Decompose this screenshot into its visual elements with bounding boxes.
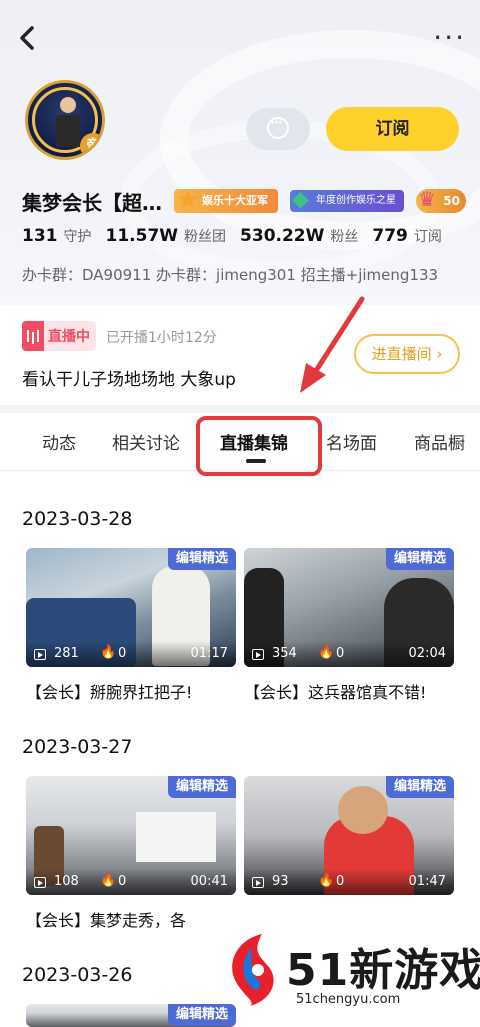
video-card[interactable]: 编辑精选 281 🔥 0 01:17 【会长】掰腕界扛把子! [26, 548, 236, 703]
play-count-icon [34, 649, 46, 660]
video-title[interactable]: 【会长】掰腕界扛把子! [26, 679, 236, 703]
watermark-domain: 51chengyu.com [292, 992, 405, 1007]
watermark-logo-icon [232, 934, 274, 1006]
video-duration: 01:17 [190, 646, 228, 661]
stats-row: 131 守护 11.57W 粉丝团 530.22W 粉丝 779 订阅 [22, 226, 456, 252]
video-duration: 02:04 [408, 646, 446, 661]
profile-description: 办卡群：DA90911 办卡群：jimeng301 招主播+jimeng133 [22, 266, 439, 284]
level-badge[interactable]: ♛ 50 [416, 189, 466, 213]
avatar-emperor-badge: 帝 [80, 133, 102, 157]
stat-fan-club[interactable]: 11.57W 粉丝团 [106, 226, 227, 246]
gem-icon: ◆ [292, 187, 309, 212]
streamer-name: 集梦会长【超… [22, 190, 162, 215]
stat-subscriptions[interactable]: 779 订阅 [372, 226, 442, 246]
tab-shop[interactable]: 商品橱 [414, 429, 465, 454]
annotation-arrow-icon [300, 296, 365, 393]
tab-discussions[interactable]: 相关讨论 [112, 429, 180, 454]
editor-pick-tag: 编辑精选 [167, 776, 236, 798]
top-bar: ··· [0, 0, 480, 76]
live-status-tag: 直播中 [22, 321, 96, 351]
tab-famous-scenes[interactable]: 名场面 [326, 429, 377, 454]
video-thumbnail[interactable]: 编辑精选 354 🔥 0 02:04 [244, 548, 454, 667]
section-date: 2023-03-26 [22, 964, 133, 986]
play-count-icon [252, 877, 264, 888]
fire-icon: 🔥 [100, 873, 117, 888]
section-date: 2023-03-28 [22, 508, 133, 530]
site-watermark: 51新游戏 51chengyu.com [222, 930, 480, 1022]
section-divider [0, 405, 480, 413]
video-card[interactable]: 编辑精选 [26, 1004, 236, 1027]
video-thumbnail[interactable]: 编辑精选 93 🔥 0 01:47 [244, 776, 454, 895]
play-count-icon [34, 877, 46, 888]
video-duration: 01:47 [408, 874, 446, 889]
like-count: 0 [118, 874, 127, 889]
annual-star-badge[interactable]: ◆ 年度创作娱乐之星 [290, 187, 404, 212]
video-thumbnail[interactable]: 编辑精选 [26, 1004, 236, 1027]
stat-guard[interactable]: 131 守护 [22, 226, 92, 246]
video-title[interactable]: 【会长】集梦走秀，各 [26, 907, 236, 931]
editor-pick-tag: 编辑精选 [167, 548, 236, 570]
live-panel[interactable]: 直播中 已开播1小时12分 看认干儿子场地场地 大象up 进直播间 › [0, 305, 480, 405]
video-title[interactable]: 【会长】这兵器馆真不错! [244, 679, 454, 703]
view-count: 108 [54, 874, 79, 889]
video-card[interactable]: 编辑精选 354 🔥 0 02:04 【会长】这兵器馆真不错! [244, 548, 454, 703]
section-date: 2023-03-27 [22, 736, 133, 758]
watermark-brand: 51新游戏 [286, 945, 480, 996]
more-options-icon[interactable]: ··· [430, 24, 466, 52]
play-count-icon [252, 649, 264, 660]
annotation-highlight-box [196, 416, 322, 476]
message-button[interactable] [246, 108, 310, 150]
fire-icon: 🔥 [318, 645, 335, 660]
video-card[interactable]: 编辑精选 93 🔥 0 01:47 [244, 776, 454, 907]
crown-icon: ♛ [418, 189, 436, 211]
live-duration: 已开播1小时12分 [106, 330, 217, 346]
back-arrow-icon[interactable] [14, 22, 42, 54]
view-count: 93 [272, 874, 289, 889]
video-card[interactable]: 编辑精选 108 🔥 0 00:41 【会长】集梦走秀，各 [26, 776, 236, 931]
live-bars-icon [22, 321, 44, 351]
fire-icon: 🔥 [318, 873, 335, 888]
like-count: 0 [118, 646, 127, 661]
name-row: 集梦会长【超… ★ 娱乐十大亚军 ◆ 年度创作娱乐之星 ♛ 50 [22, 184, 480, 218]
video-thumbnail[interactable]: 编辑精选 281 🔥 0 01:17 [26, 548, 236, 667]
video-thumbnail[interactable]: 编辑精选 108 🔥 0 00:41 [26, 776, 236, 895]
video-duration: 00:41 [190, 874, 228, 889]
star-icon: ★ [176, 185, 200, 215]
live-title: 看认干儿子场地场地 大象up [22, 370, 236, 390]
like-count: 0 [336, 874, 345, 889]
subscribe-button[interactable]: 订阅 [326, 107, 459, 151]
rank-badge[interactable]: ★ 娱乐十大亚军 [174, 185, 278, 215]
chat-bubble-icon [267, 116, 289, 139]
view-count: 281 [54, 646, 79, 661]
avatar[interactable]: 帝 [25, 80, 105, 160]
tab-dynamics[interactable]: 动态 [42, 429, 76, 454]
editor-pick-tag: 编辑精选 [385, 548, 454, 570]
fire-icon: 🔥 [100, 645, 117, 660]
like-count: 0 [336, 646, 345, 661]
editor-pick-tag: 编辑精选 [385, 776, 454, 798]
stat-fans[interactable]: 530.22W 粉丝 [240, 226, 358, 246]
view-count: 354 [272, 646, 297, 661]
